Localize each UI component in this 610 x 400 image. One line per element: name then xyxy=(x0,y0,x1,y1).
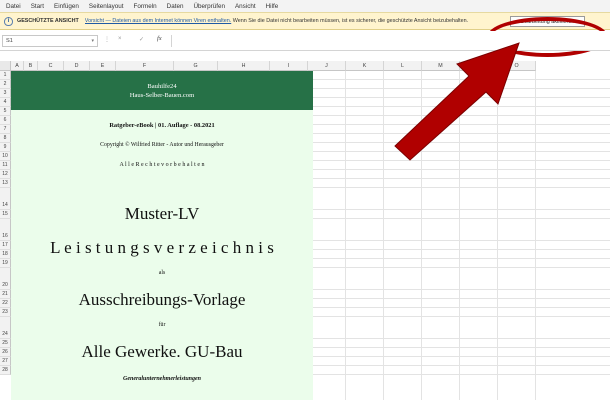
protected-view-message-rest: Wenn Sie die Datei nicht bearbeiten müss… xyxy=(231,18,469,24)
rights-line: A l l e R e c h t e v o r b e h a l t e … xyxy=(119,162,205,168)
shield-info-icon: i xyxy=(4,16,13,26)
row-header-4[interactable]: 4 xyxy=(0,98,11,107)
header-brand: Bauhilfe24 xyxy=(147,83,177,90)
column-header-f[interactable]: F xyxy=(116,61,174,71)
protected-view-message: Vorsicht — Dateien aus dem Internet könn… xyxy=(85,18,505,24)
annotation-arrow xyxy=(394,42,520,161)
word-fuer: für xyxy=(158,322,166,328)
row-header-1[interactable]: 1 xyxy=(0,71,11,80)
row-header-24[interactable]: 24 xyxy=(0,317,11,339)
row-header-7[interactable]: 7 xyxy=(0,125,11,134)
menu-ansicht[interactable]: Ansicht xyxy=(230,3,261,10)
column-header-j[interactable]: J xyxy=(308,61,346,71)
row-header-11[interactable]: 11 xyxy=(0,161,11,170)
grid-column-line xyxy=(383,71,384,400)
row-header-23[interactable]: 23 xyxy=(0,308,11,317)
name-box[interactable]: S1 ▾ xyxy=(2,35,98,47)
menu-formeln[interactable]: Formeln xyxy=(129,3,162,10)
title-muster-lv: Muster-LV xyxy=(124,204,200,223)
row-header-27[interactable]: 27 xyxy=(0,357,11,366)
menu-daten[interactable]: Daten xyxy=(162,3,189,10)
header-website: Haus-Selber-Bauen.com xyxy=(129,92,195,99)
document-cover: Bauhilfe24 Haus-Selber-Bauen.com Ratgebe… xyxy=(11,71,313,400)
column-header-h[interactable]: H xyxy=(218,61,270,71)
column-header-g[interactable]: G xyxy=(174,61,218,71)
title-alle-gewerke: Alle Gewerke. GU-Bau xyxy=(81,342,243,361)
column-header-e[interactable]: E xyxy=(90,61,116,71)
chevron-down-icon[interactable]: ▾ xyxy=(91,38,94,44)
protected-view-bar: i GESCHÜTZTE ANSICHT Vorsicht — Dateien … xyxy=(0,12,610,57)
insert-function-icon[interactable]: fx xyxy=(157,35,162,42)
title-leistungsverzeichnis: L e i s t u n g s v e r z e i c h n i s xyxy=(50,238,274,257)
column-header-d[interactable]: D xyxy=(64,61,90,71)
menu-seitenlayout[interactable]: Seitenlayout xyxy=(84,3,129,10)
row-header-2[interactable]: 2 xyxy=(0,80,11,89)
row-header-25[interactable]: 25 xyxy=(0,339,11,348)
row-header-28[interactable]: 28 xyxy=(0,366,11,375)
column-header-b[interactable]: B xyxy=(24,61,38,71)
row-header-18[interactable]: 18 xyxy=(0,250,11,259)
row-header-22[interactable]: 22 xyxy=(0,299,11,308)
row-header-6[interactable]: 6 xyxy=(0,116,11,125)
select-all-corner[interactable] xyxy=(0,61,11,71)
word-als: als xyxy=(158,270,166,276)
row-header-20[interactable]: 20 xyxy=(0,268,11,290)
row-header-16[interactable]: 16 xyxy=(0,219,11,241)
row-header-26[interactable]: 26 xyxy=(0,348,11,357)
row-header-13[interactable]: 13 xyxy=(0,179,11,188)
menu-einfuegen[interactable]: Einfügen xyxy=(49,3,84,10)
subtitle-generalunternehmer: Generalunternehmerleistungen xyxy=(122,376,201,382)
title-ausschreibungs-vorlage: Ausschreibungs-Vorlage xyxy=(78,290,246,309)
protected-view-title: GESCHÜTZTE ANSICHT xyxy=(17,18,79,24)
edition-line: Ratgeber-eBook | 01. Auflage - 08.2021 xyxy=(109,122,215,129)
column-header-a[interactable]: A xyxy=(11,61,24,71)
row-header-14[interactable]: 14 xyxy=(0,188,11,210)
virus-warning-link[interactable]: Vorsicht — Dateien aus dem Internet könn… xyxy=(85,18,231,24)
menu-start[interactable]: Start xyxy=(26,3,49,10)
row-header-12[interactable]: 12 xyxy=(0,170,11,179)
document-header: Bauhilfe24 Haus-Selber-Bauen.com xyxy=(11,71,313,110)
enter-check-icon[interactable]: ✓ xyxy=(139,36,144,43)
row-header-3[interactable]: 3 xyxy=(0,89,11,98)
row-header-17[interactable]: 17 xyxy=(0,241,11,250)
row-header-10[interactable]: 10 xyxy=(0,152,11,161)
grid-column-line xyxy=(535,71,536,400)
name-box-value: S1 xyxy=(6,38,13,44)
row-header-5[interactable]: 5 xyxy=(0,107,11,116)
cancel-icon[interactable]: × xyxy=(118,36,122,42)
copyright-line: Copyright © Wilfried Ritter - Autor und … xyxy=(100,142,224,148)
menu-hilfe[interactable]: Hilfe xyxy=(261,3,284,10)
excel-window: Datei Start Einfügen Seitenlayout Formel… xyxy=(0,0,610,400)
row-header-9[interactable]: 9 xyxy=(0,143,11,152)
menu-ueberpruefen[interactable]: Überprüfen xyxy=(188,3,230,10)
column-header-k[interactable]: K xyxy=(346,61,384,71)
grid-column-line xyxy=(345,71,346,400)
column-header-c[interactable]: C xyxy=(38,61,64,71)
row-header-19[interactable]: 19 xyxy=(0,259,11,268)
arrow-shape xyxy=(394,42,520,161)
formula-bar-grip-icon: ⋮ xyxy=(104,37,110,43)
row-header-21[interactable]: 21 xyxy=(0,290,11,299)
menu-datei[interactable]: Datei xyxy=(0,3,26,10)
column-header-i[interactable]: I xyxy=(270,61,308,71)
row-header-8[interactable]: 8 xyxy=(0,134,11,143)
row-header-15[interactable]: 15 xyxy=(0,210,11,219)
ribbon-menu: Datei Start Einfügen Seitenlayout Formel… xyxy=(0,0,610,12)
